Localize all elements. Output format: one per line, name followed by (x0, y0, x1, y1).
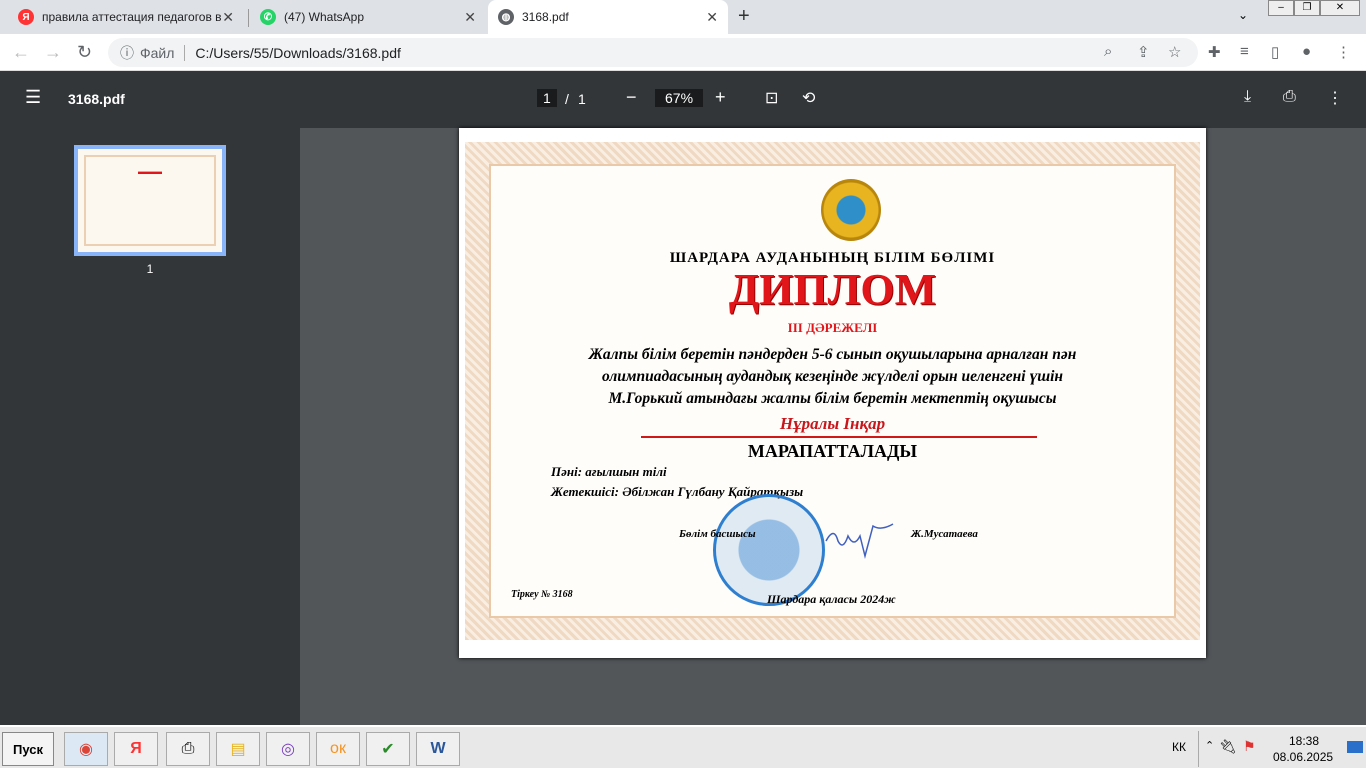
action-center-flag-icon[interactable]: ⚑ (1243, 738, 1256, 755)
restore-button[interactable]: ❐ (1294, 0, 1320, 16)
page-total: 1 (578, 91, 586, 107)
download-icon[interactable]: ⤓ (1244, 88, 1251, 106)
certificate: ШАРДАРА АУДАНЫНЫҢ БІЛІМ БӨЛІМІ ДИПЛОМ ІІ… (489, 164, 1176, 618)
more-options-icon[interactable]: ⋮ (1327, 88, 1343, 108)
tab-search-chevron-icon[interactable]: ⌄ (1238, 8, 1248, 22)
thumbnail-label: 1 (146, 262, 154, 276)
system-tray: ⌃ 🔌︎ ⚑ 18:38 08.06.2025 (1198, 731, 1366, 767)
taskbar-chrome[interactable]: ◉ (64, 732, 108, 766)
taskbar-app[interactable]: ✔ (366, 732, 410, 766)
power-plug-icon[interactable]: 🔌︎ (1219, 738, 1237, 755)
pdf-filename: 3168.pdf (68, 91, 125, 107)
taskbar-yandex[interactable]: Я (114, 732, 158, 766)
close-tab-icon[interactable]: ✕ (464, 9, 476, 26)
pdf-toolbar: ☰ 3168.pdf 1 / 1 − 67% + ⊡ ⟲ ⤓ ⎙ ⋮ (0, 71, 1366, 128)
tab-yandex[interactable]: Яправила аттестация педагогов в к ✕ (8, 0, 244, 34)
zoom-search-icon[interactable]: ⌕ (1104, 43, 1112, 60)
reload-icon[interactable]: ↻ (77, 42, 92, 63)
zoom-in-button[interactable]: + (715, 87, 726, 108)
share-icon[interactable]: ⇪ (1137, 43, 1150, 61)
info-icon[interactable]: ⓘ (120, 43, 134, 63)
back-icon[interactable]: ← (12, 42, 30, 63)
minimize-button[interactable]: – (1268, 0, 1294, 16)
page-thumbnail[interactable]: ▬▬▬ (74, 145, 226, 256)
yandex-icon: Я (18, 9, 34, 25)
fit-page-icon[interactable]: ⊡ (765, 88, 778, 108)
language-indicator[interactable]: КК (1172, 740, 1186, 754)
show-desktop-icon[interactable] (1347, 741, 1363, 753)
taskbar-explorer[interactable]: ▤ (216, 732, 260, 766)
stamp-seal (713, 494, 825, 606)
taskbar-word[interactable]: W (416, 732, 460, 766)
tab-whatsapp[interactable]: ✆ (47) WhatsApp ✕ (250, 0, 486, 34)
page-number-input[interactable]: 1 (537, 89, 557, 107)
print-icon[interactable]: ⎙ (1283, 88, 1296, 106)
new-tab-button[interactable]: + (738, 5, 750, 28)
taskbar: Пуск ◉ Я ⎙ ▤ ◎ ок ✔ W КК ⌃ 🔌︎ ⚑ 18:38 08… (0, 725, 1366, 768)
close-tab-icon[interactable]: ✕ (222, 9, 234, 26)
bookmark-star-icon[interactable]: ☆ (1168, 43, 1181, 61)
side-panel-icon[interactable]: ▯ (1271, 43, 1279, 61)
emblem-image (821, 179, 881, 241)
start-button[interactable]: Пуск (2, 732, 54, 766)
show-hidden-icons-chevron-icon[interactable]: ⌃ (1205, 739, 1214, 752)
signature (825, 523, 894, 559)
address-bar-row: ← → ↻ ⓘ Файл C:/Users/55/Downloads/3168.… (0, 34, 1366, 71)
tab-pdf[interactable]: ◍ 3168.pdf ✕ (488, 0, 728, 34)
profile-avatar-icon[interactable]: ● (1302, 43, 1311, 60)
reading-list-icon[interactable]: ≡ (1240, 43, 1249, 60)
close-tab-icon[interactable]: ✕ (706, 9, 718, 26)
recipient-name: Нұралы Інқар (779, 414, 886, 433)
taskbar-browser[interactable]: ◎ (266, 732, 310, 766)
taskbar-odnoklassniki[interactable]: ок (316, 732, 360, 766)
pdf-page: ШАРДАРА АУДАНЫНЫҢ БІЛІМ БӨЛІМІ ДИПЛОМ ІІ… (459, 128, 1206, 658)
forward-icon[interactable]: → (44, 42, 62, 63)
thumbnail-sidebar: ▬▬▬ 1 (0, 128, 300, 725)
rotate-icon[interactable]: ⟲ (802, 88, 815, 108)
taskbar-printer[interactable]: ⎙ (166, 732, 210, 766)
hamburger-menu-icon[interactable]: ☰ (25, 87, 41, 108)
zoom-out-button[interactable]: − (626, 87, 637, 108)
tab-strip: Яправила аттестация педагогов в к ✕ ✆ (47)… (0, 0, 1366, 34)
whatsapp-icon: ✆ (260, 9, 276, 25)
zoom-input[interactable]: 67% (655, 89, 704, 107)
extensions-icon[interactable]: ✚ (1208, 43, 1221, 61)
close-window-button[interactable]: ✕ (1320, 0, 1360, 16)
globe-icon: ◍ (498, 9, 514, 25)
menu-icon[interactable]: ⋮ (1336, 43, 1351, 61)
address-input[interactable]: ⓘ Файл C:/Users/55/Downloads/3168.pdf (108, 38, 1198, 67)
